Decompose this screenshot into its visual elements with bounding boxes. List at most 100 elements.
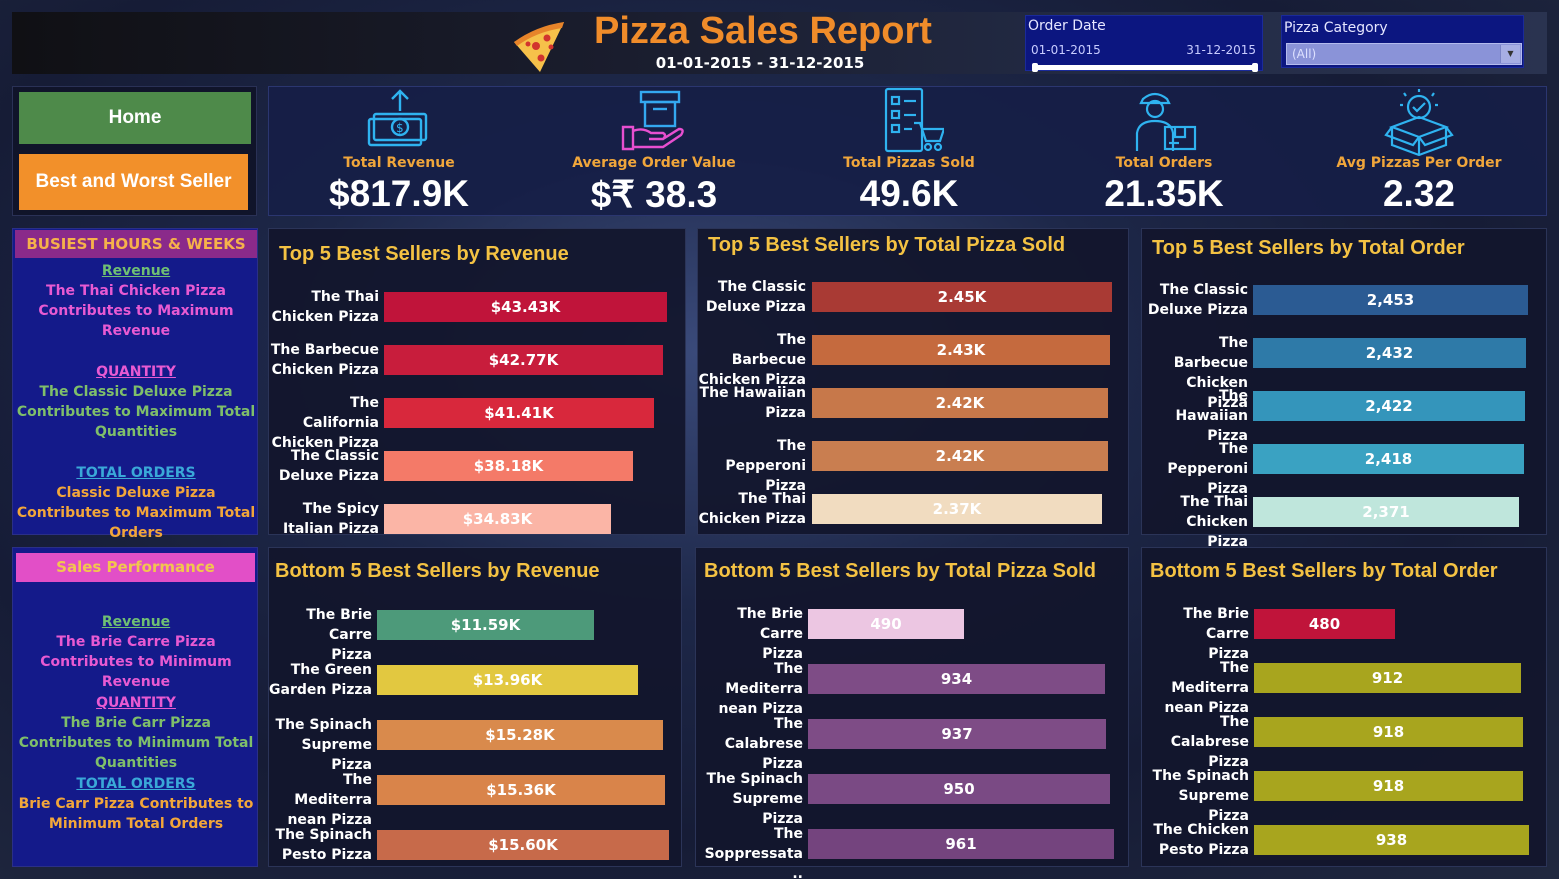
category-label: The Mediterra nean Pizza [696, 659, 803, 719]
bar[interactable]: 2,418 [1253, 444, 1524, 474]
bar-row-bottom5-revenue: The Spinach Pesto Pizza $15.60K [269, 825, 681, 865]
bar[interactable]: $11.59K [377, 610, 594, 640]
busiest-orders-note: TOTAL ORDERS Classic Deluxe Pizza Contri… [14, 463, 258, 543]
bar-row-bottom5-total-order: The Mediterra nean Pizza 912 [1142, 658, 1546, 716]
chart-title: Bottom 5 Best Sellers by Revenue [275, 560, 600, 582]
category-label: The Calabrese Pizza [1142, 712, 1249, 772]
bar[interactable]: 912 [1254, 663, 1521, 693]
bar-row-bottom5-pizza-sold: The Mediterra nean Pizza 934 [696, 659, 1128, 717]
category-label-line: The Pepperoni [725, 438, 806, 474]
busiest-revenue-note: Revenue The Thai Chicken Pizza Contribut… [14, 261, 258, 341]
bar-row-top5-pizza-sold: The Classic Deluxe Pizza 2.45K [698, 277, 1128, 317]
category-label-line: Italian Pizza [282, 521, 379, 537]
bar-row-top5-pizza-sold: The Hawaiian Pizza 2.42K [698, 383, 1128, 423]
date-range-slider[interactable] [1034, 65, 1256, 70]
date-slider-end-handle[interactable] [1252, 63, 1258, 72]
bar[interactable]: 2.42K [812, 441, 1108, 471]
bar[interactable]: $42.77K [384, 345, 663, 375]
order-date-filter[interactable]: Order Date 01-01-2015 31-12-2015 [1025, 15, 1263, 72]
money-upload-icon: $ [367, 89, 428, 147]
bar[interactable]: 2,422 [1253, 391, 1525, 421]
bar[interactable]: 938 [1254, 825, 1529, 855]
bar-value-label: 2,453 [1366, 291, 1415, 309]
sales-quantity-note: QUANTITY The Brie Carr Pizza Contributes… [14, 693, 258, 773]
bar-value-label: 2.42K [935, 394, 985, 412]
bar[interactable]: $13.96K [377, 665, 638, 695]
category-label: The Thai Chicken Pizza [698, 489, 806, 529]
bar[interactable]: 2,371 [1253, 497, 1519, 527]
bar-row-bottom5-revenue: The Spinach Supreme Pizza $15.28K [269, 715, 681, 773]
bar[interactable]: 961 [808, 829, 1114, 859]
category-label-line: The Mediterra [1171, 660, 1249, 696]
home-button[interactable]: Home [19, 92, 251, 144]
category-label: The Hawaiian Pizza [1142, 386, 1248, 446]
bar[interactable]: 480 [1254, 609, 1395, 639]
bar[interactable]: 490 [808, 609, 964, 639]
bar[interactable]: 918 [1254, 717, 1523, 747]
bar-value-label: 937 [941, 725, 973, 743]
category-label: The Brie Carre Pizza [1142, 604, 1249, 664]
date-slider-start-handle[interactable] [1032, 63, 1038, 72]
bar-row-bottom5-total-order: The Calabrese Pizza 918 [1142, 712, 1546, 770]
bar-value-label: $42.77K [488, 351, 559, 369]
category-label: The Soppressata .. [696, 824, 803, 879]
kpi-label: Total Orders [1115, 155, 1213, 171]
bar[interactable]: $43.43K [384, 292, 667, 322]
bar-value-label: 2.43K [936, 341, 986, 359]
kpi-value: 21.35K [1104, 173, 1224, 214]
bar-row-bottom5-total-order: The Brie Carre Pizza 480 [1142, 604, 1546, 662]
sales-orders-label: TOTAL ORDERS [76, 776, 196, 792]
category-label: The Pepperoni Pizza [698, 436, 806, 496]
bar[interactable]: $34.83K [384, 504, 611, 534]
bar[interactable]: 2.42K [812, 388, 1108, 418]
category-label-line: The Barbecue [270, 342, 379, 358]
category-label: The Spinach Supreme Pizza [696, 769, 803, 829]
bar-row-top5-revenue: The Barbecue Chicken Pizza $42.77K [269, 340, 685, 380]
best-worst-seller-button[interactable]: Best and Worst Seller [19, 154, 248, 210]
bar[interactable]: 937 [808, 719, 1106, 749]
chart-title: Top 5 Best Sellers by Revenue [279, 243, 569, 265]
pizza-category-select[interactable]: (All) ▼ [1286, 43, 1522, 65]
category-label-line: The Chicken [1153, 822, 1249, 838]
category-label: The Green Garden Pizza [269, 660, 372, 700]
category-label-line: The Spinach [1152, 768, 1249, 784]
bar[interactable]: 918 [1254, 771, 1523, 801]
bar[interactable]: 2.45K [812, 282, 1112, 312]
bar[interactable]: $41.41K [384, 398, 654, 428]
category-label-line: The Spinach [275, 827, 372, 843]
svg-text:$: $ [396, 121, 404, 135]
bar[interactable]: $15.36K [377, 775, 665, 805]
hand-box-icon [621, 90, 684, 151]
chart-title: Top 5 Best Sellers by Total Pizza Sold [708, 234, 1066, 256]
busiest-orders-text: Classic Deluxe Pizza Contributes to Maxi… [16, 485, 256, 541]
busiest-revenue-text: The Thai Chicken Pizza Contributes to Ma… [38, 283, 234, 339]
bar-value-label: 2.42K [935, 447, 985, 465]
bar[interactable]: $15.28K [377, 720, 663, 750]
category-label-line: The Thai [738, 491, 806, 507]
box-check-icon [1384, 89, 1454, 157]
category-label-line: Deluxe Pizza [1147, 302, 1248, 318]
pizza-category-label: Pizza Category [1284, 20, 1388, 36]
bar[interactable]: $15.60K [377, 830, 669, 860]
bar-row-top5-revenue: The California Chicken Pizza $41.41K [269, 393, 685, 451]
sales-revenue-text: The Brie Carre Pizza Contributes to Mini… [40, 634, 232, 690]
category-label-line: Soppressata .. [704, 846, 803, 879]
bar-row-bottom5-pizza-sold: The Soppressata .. 961 [696, 824, 1128, 879]
busiest-quantity-text: The Classic Deluxe Pizza Contributes to … [16, 384, 256, 440]
category-label: The Classic Deluxe Pizza [1142, 280, 1248, 320]
bar[interactable]: 2.37K [812, 494, 1102, 524]
category-label-line: The Green [290, 662, 372, 678]
bar[interactable]: 950 [808, 774, 1110, 804]
bar-row-bottom5-pizza-sold: The Calabrese Pizza 937 [696, 714, 1128, 772]
category-label: The Barbecue Chicken Pizza [698, 330, 806, 390]
bar-value-label: $34.83K [462, 510, 533, 528]
bar[interactable]: 2,453 [1253, 285, 1528, 315]
order-date-label: Order Date [1028, 18, 1106, 34]
bar[interactable]: $38.18K [384, 451, 633, 481]
bar-value-label: 2,371 [1362, 503, 1410, 521]
category-label-line: The Hawaiian [1175, 388, 1248, 424]
chevron-down-icon[interactable]: ▼ [1500, 45, 1520, 63]
bar[interactable]: 934 [808, 664, 1105, 694]
bar[interactable]: 2,432 [1253, 338, 1526, 368]
bar[interactable]: 2.43K [812, 335, 1110, 365]
